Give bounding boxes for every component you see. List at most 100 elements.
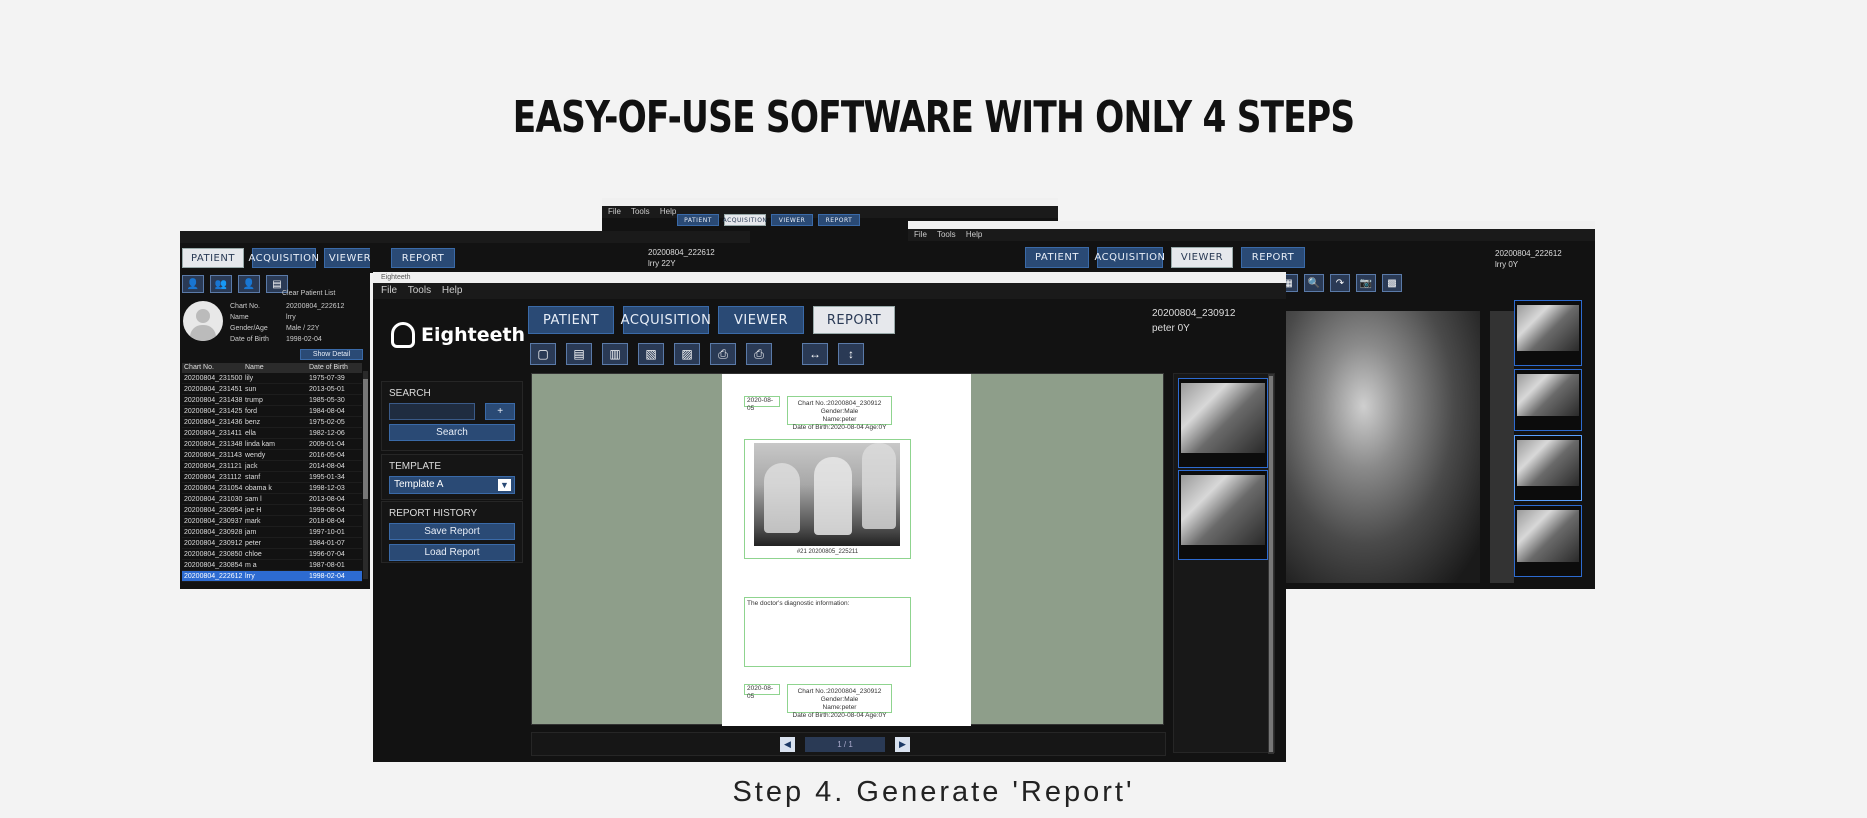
xray-image[interactable] [1286, 311, 1480, 583]
table-cell: 2016-05-04 [309, 452, 345, 459]
menu-tools[interactable]: Tools [631, 207, 650, 216]
report-image-box[interactable]: #21 20200805_225211 [744, 439, 911, 559]
previous-page-icon[interactable]: ◀ [780, 737, 795, 752]
menu-tools[interactable]: Tools [937, 230, 956, 239]
tab-patient[interactable]: PATIENT [182, 248, 244, 268]
new-report-icon[interactable]: ▢ [530, 343, 556, 365]
page-copy-icon[interactable]: ▥ [602, 343, 628, 365]
table-cell: 1997-10-01 [309, 529, 345, 536]
page-right-icon[interactable]: ▨ [674, 343, 700, 365]
report-date[interactable]: 2020-08-05 [744, 396, 780, 412]
tab-viewer[interactable]: VIEWER [324, 248, 370, 268]
page-add-icon[interactable]: ▤ [566, 343, 592, 365]
menu-tools[interactable]: Tools [408, 285, 431, 296]
headline: EASY-OF-USE SOFTWARE WITH ONLY 4 STEPS [512, 92, 1355, 143]
table-scrollbar[interactable] [363, 371, 368, 579]
patient-name-age: lrry 22Y [648, 259, 676, 268]
column-chart-no[interactable]: Chart No. [182, 363, 245, 373]
thumbnail[interactable] [1514, 300, 1582, 366]
menu-help[interactable]: Help [966, 230, 982, 239]
thumbnail[interactable] [1514, 369, 1582, 431]
page-left-icon[interactable]: ▧ [638, 343, 664, 365]
report-menubar: File Tools Help [373, 283, 1286, 299]
table-row[interactable]: 20200804_231121 jack 2014-08-04 [182, 461, 362, 472]
template-select[interactable]: Template A ▼ [389, 476, 515, 494]
table-row[interactable]: 20200804_231500 lily 1975-07-39 [182, 373, 362, 384]
table-row[interactable]: 20200804_230854 m a 1987-08-01 [182, 560, 362, 571]
tab-patient[interactable]: PATIENT [1025, 247, 1089, 268]
print-preview-icon[interactable]: ⎙ [746, 343, 772, 365]
menu-file[interactable]: File [914, 230, 927, 239]
table-row[interactable]: 20200804_231054 obama k 1998-12-03 [182, 483, 362, 494]
table-row[interactable]: 20200804_231143 wendy 2016-05-04 [182, 450, 362, 461]
edit-patient-icon[interactable]: 👥 [210, 275, 232, 293]
thumbnail[interactable] [1514, 435, 1582, 501]
print-icon[interactable]: ⎙ [710, 343, 736, 365]
table-row[interactable]: 20200804_230937 mark 2018-08-04 [182, 516, 362, 527]
camera-icon[interactable]: 📷 [1356, 274, 1376, 292]
fit-height-icon[interactable]: ↕ [838, 343, 864, 365]
page-thumbnail[interactable] [1178, 470, 1268, 560]
load-report-button[interactable]: Load Report [389, 544, 515, 561]
search-button[interactable]: Search [389, 424, 515, 441]
add-patient-icon[interactable]: 👤 [182, 275, 204, 293]
patient-window: PATIENT ACQUISITION VIEWER 👤 👥 👤 ▤ Clear… [180, 231, 370, 589]
viewer-tabs: PATIENT ACQUISITION VIEWER REPORT [1025, 247, 1305, 268]
table-row[interactable]: 20200804_231348 linda kam 2009-01-04 [182, 439, 362, 450]
export-icon[interactable]: ↷ [1330, 274, 1350, 292]
tab-acquisition[interactable]: ACQUISITION [723, 214, 767, 226]
zoom-icon[interactable]: 🔍 [1304, 274, 1324, 292]
tab-report[interactable]: REPORT [391, 248, 455, 268]
tab-viewer[interactable]: VIEWER [718, 306, 804, 334]
diagnosis-box[interactable]: The doctor's diagnostic information: [744, 597, 911, 667]
menu-file[interactable]: File [381, 285, 397, 296]
report-page[interactable]: 2020-08-05 Chart No.:20200804_230912 Gen… [722, 374, 971, 726]
table-cell: jam [245, 529, 257, 536]
tab-acquisition[interactable]: ACQUISITION [1095, 247, 1165, 268]
report-footer-date[interactable]: 2020-08-05 [744, 684, 780, 700]
page-thumbnail[interactable] [1178, 378, 1268, 468]
table-row[interactable]: 20200804_222612 lrry 1998-02-04 [182, 571, 362, 582]
search-input[interactable] [389, 403, 476, 420]
table-row[interactable]: 20200804_230954 joe H 1999-08-04 [182, 505, 362, 516]
table-row[interactable]: 20200804_230850 chloe 1996-07-04 [182, 549, 362, 560]
next-page-icon[interactable]: ▶ [895, 737, 910, 752]
table-row[interactable]: 20200804_231438 trump 1985-05-30 [182, 395, 362, 406]
menu-help[interactable]: Help [660, 207, 676, 216]
fit-width-icon[interactable]: ↔ [802, 343, 828, 365]
table-row[interactable]: 20200804_230912 peter 1984-01-07 [182, 538, 362, 549]
tab-viewer[interactable]: VIEWER [1171, 247, 1233, 268]
report-footer-info[interactable]: Chart No.:20200804_230912 Gender:Male Na… [787, 684, 892, 719]
thumbnail-scrollbar[interactable] [1268, 374, 1274, 754]
table-row[interactable]: 20200804_231411 ella 1982-12-06 [182, 428, 362, 439]
delete-patient-icon[interactable]: 👤 [238, 275, 260, 293]
tab-report[interactable]: REPORT [1241, 247, 1305, 268]
table-row[interactable]: 20200804_231436 benz 1975-02-05 [182, 417, 362, 428]
menu-help[interactable]: Help [442, 285, 463, 296]
table-row[interactable]: 20200804_231451 sun 2013-05-01 [182, 384, 362, 395]
scrollbar-thumb[interactable] [363, 379, 368, 499]
save-report-button[interactable]: Save Report [389, 523, 515, 540]
table-cell: 20200804_230937 [184, 518, 243, 525]
tab-patient[interactable]: PATIENT [677, 214, 719, 226]
stage: EASY-OF-USE SOFTWARE WITH ONLY 4 STEPS ​… [0, 0, 1867, 818]
thumbnail[interactable] [1514, 505, 1582, 577]
grid-icon[interactable]: ▩ [1382, 274, 1402, 292]
tab-acquisition[interactable]: ACQUISITION [249, 248, 319, 268]
table-row[interactable]: 20200804_231425 ford 1984-08-04 [182, 406, 362, 417]
tab-report[interactable]: REPORT [818, 214, 860, 226]
column-name[interactable]: Name [245, 363, 309, 373]
tab-viewer[interactable]: VIEWER [771, 214, 813, 226]
menu-file[interactable]: File [608, 207, 621, 216]
tab-acquisition[interactable]: ACQUISITION [621, 306, 711, 334]
report-header-line: Name:peter [822, 416, 857, 423]
table-row[interactable]: 20200804_231112 stanf 1995-01-34 [182, 472, 362, 483]
report-header-info[interactable]: Chart No.:20200804_230912 Gender:Male Na… [787, 396, 892, 431]
table-row[interactable]: 20200804_230928 jam 1997-10-01 [182, 527, 362, 538]
tab-patient[interactable]: PATIENT [528, 306, 614, 334]
tab-report[interactable]: REPORT [813, 306, 895, 334]
table-row[interactable]: 20200804_231030 sam l 2013-08-04 [182, 494, 362, 505]
show-detail-button[interactable]: Show Detail [300, 349, 363, 360]
column-date-of-birth[interactable]: Date of Birth [309, 363, 362, 373]
add-search-button[interactable]: + [485, 403, 515, 420]
